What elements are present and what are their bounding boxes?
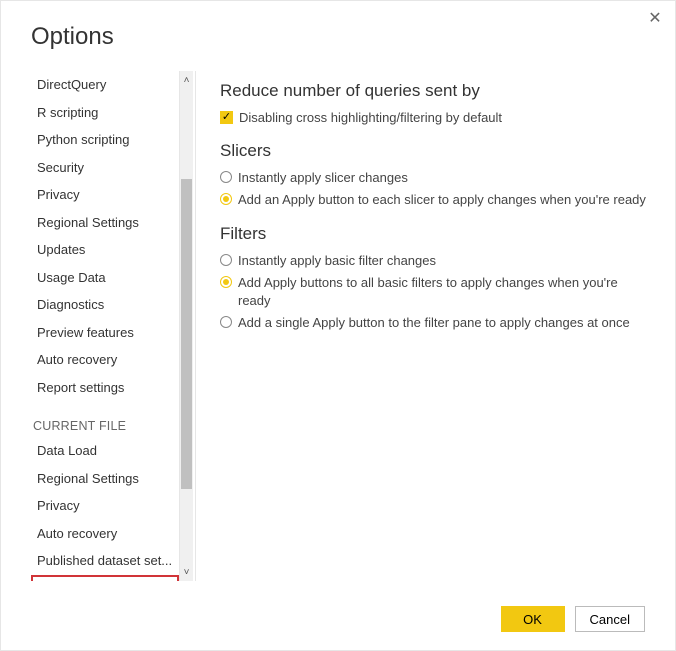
dialog-footer: OK Cancel xyxy=(501,606,645,632)
heading-slicers: Slicers xyxy=(220,141,649,161)
option-label: Instantly apply basic filter changes xyxy=(238,252,436,270)
radio-icon[interactable] xyxy=(220,316,232,328)
option-filter-apply-single[interactable]: Add a single Apply button to the filter … xyxy=(220,314,649,332)
sidebar-scrollbar[interactable]: ˄ ˅ xyxy=(179,71,193,581)
sidebar-item-auto-recovery[interactable]: Auto recovery xyxy=(31,346,179,374)
option-filter-apply-each[interactable]: Add Apply buttons to all basic filters t… xyxy=(220,274,649,310)
close-icon[interactable]: ✕ xyxy=(647,11,663,27)
chevron-up-glyph: ˄ xyxy=(184,75,190,86)
sidebar-item-directquery[interactable]: DirectQuery xyxy=(31,71,179,99)
sidebar-item-diagnostics[interactable]: Diagnostics xyxy=(31,291,179,319)
scroll-down-icon[interactable]: ˅ xyxy=(180,563,193,581)
sidebar-item-python-scripting[interactable]: Python scripting xyxy=(31,126,179,154)
close-glyph: ✕ xyxy=(648,10,661,27)
option-slicer-apply-button[interactable]: Add an Apply button to each slicer to ap… xyxy=(220,191,649,209)
sidebar-item-auto-recovery-file[interactable]: Auto recovery xyxy=(31,520,179,548)
option-label: Disabling cross highlighting/filtering b… xyxy=(239,109,502,127)
option-label: Add Apply buttons to all basic filters t… xyxy=(238,274,649,310)
sidebar-item-data-load[interactable]: Data Load xyxy=(31,437,179,465)
page-title: Options xyxy=(31,23,659,51)
chevron-down-glyph: ˅ xyxy=(184,567,190,578)
sidebar-list: DirectQuery R scripting Python scripting… xyxy=(31,71,179,581)
cancel-button[interactable]: Cancel xyxy=(575,606,645,632)
option-slicer-instant[interactable]: Instantly apply slicer changes xyxy=(220,169,649,187)
sidebar-item-updates[interactable]: Updates xyxy=(31,236,179,264)
scroll-track[interactable] xyxy=(180,89,193,563)
sidebar-item-security[interactable]: Security xyxy=(31,154,179,182)
sidebar-item-report-settings[interactable]: Report settings xyxy=(31,374,179,402)
option-label: Add an Apply button to each slicer to ap… xyxy=(238,191,646,209)
sidebar-item-usage-data[interactable]: Usage Data xyxy=(31,264,179,292)
sidebar-item-query-reduction[interactable]: Query reduction xyxy=(31,575,179,582)
sidebar-item-privacy[interactable]: Privacy xyxy=(31,181,179,209)
option-label: Instantly apply slicer changes xyxy=(238,169,408,187)
ok-button[interactable]: OK xyxy=(501,606,565,632)
scroll-up-icon[interactable]: ˄ xyxy=(180,71,193,89)
heading-filters: Filters xyxy=(220,224,649,244)
radio-icon[interactable] xyxy=(220,276,232,288)
option-filter-instant[interactable]: Instantly apply basic filter changes xyxy=(220,252,649,270)
sidebar-item-r-scripting[interactable]: R scripting xyxy=(31,99,179,127)
option-label: Add a single Apply button to the filter … xyxy=(238,314,630,332)
heading-reduce-queries: Reduce number of queries sent by xyxy=(220,81,649,101)
sidebar-item-regional-settings[interactable]: Regional Settings xyxy=(31,209,179,237)
options-dialog: ✕ Options DirectQuery R scripting Python… xyxy=(0,0,676,651)
scroll-thumb[interactable] xyxy=(181,179,192,489)
checkbox-icon[interactable] xyxy=(220,111,233,124)
sidebar-item-regional-settings-file[interactable]: Regional Settings xyxy=(31,465,179,493)
dialog-body: DirectQuery R scripting Python scripting… xyxy=(31,71,659,581)
content-pane: Reduce number of queries sent by Disabli… xyxy=(196,71,659,581)
sidebar-pane: DirectQuery R scripting Python scripting… xyxy=(31,71,196,581)
radio-icon[interactable] xyxy=(220,193,232,205)
option-disable-crosshighlight[interactable]: Disabling cross highlighting/filtering b… xyxy=(220,109,649,127)
sidebar-section-current-file: CURRENT FILE xyxy=(31,401,179,437)
sidebar-item-published-dataset[interactable]: Published dataset set... xyxy=(31,547,179,575)
sidebar-item-preview-features[interactable]: Preview features xyxy=(31,319,179,347)
sidebar-item-privacy-file[interactable]: Privacy xyxy=(31,492,179,520)
radio-icon[interactable] xyxy=(220,171,232,183)
radio-icon[interactable] xyxy=(220,254,232,266)
